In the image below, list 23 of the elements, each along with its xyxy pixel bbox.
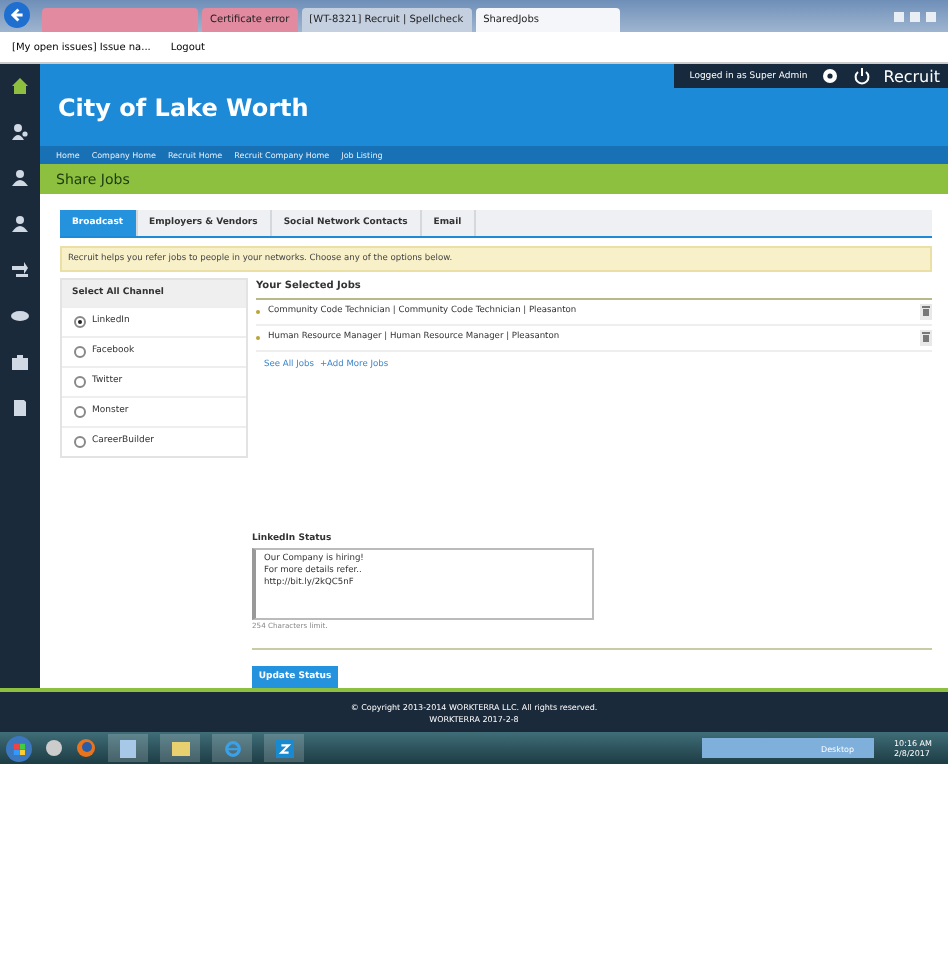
radio-button[interactable] xyxy=(74,345,86,358)
delete-button[interactable] xyxy=(920,303,932,320)
app-name: Recruit xyxy=(883,67,940,85)
folder-icon[interactable] xyxy=(171,741,189,755)
people-icon[interactable] xyxy=(10,122,30,142)
radio-button[interactable] xyxy=(74,405,86,418)
back-button[interactable] xyxy=(4,2,30,28)
app-icon[interactable] xyxy=(275,739,293,757)
radio-button[interactable] xyxy=(74,375,86,388)
home-icon[interactable] xyxy=(10,76,30,96)
back-arrow-icon[interactable] xyxy=(10,8,24,22)
page-title: City of Lake Worth xyxy=(58,93,309,122)
radio-button[interactable] xyxy=(74,315,86,328)
firefox-icon[interactable] xyxy=(76,738,96,758)
radio-button[interactable] xyxy=(74,435,86,448)
user-icon[interactable] xyxy=(10,168,30,188)
start-button[interactable] xyxy=(6,735,32,761)
power-icon[interactable] xyxy=(851,66,872,86)
briefcase-icon[interactable] xyxy=(10,352,30,372)
transfer-icon[interactable] xyxy=(10,260,30,280)
user-icon[interactable] xyxy=(10,214,30,234)
delete-button[interactable] xyxy=(920,329,932,346)
settings-icon[interactable] xyxy=(819,66,840,86)
